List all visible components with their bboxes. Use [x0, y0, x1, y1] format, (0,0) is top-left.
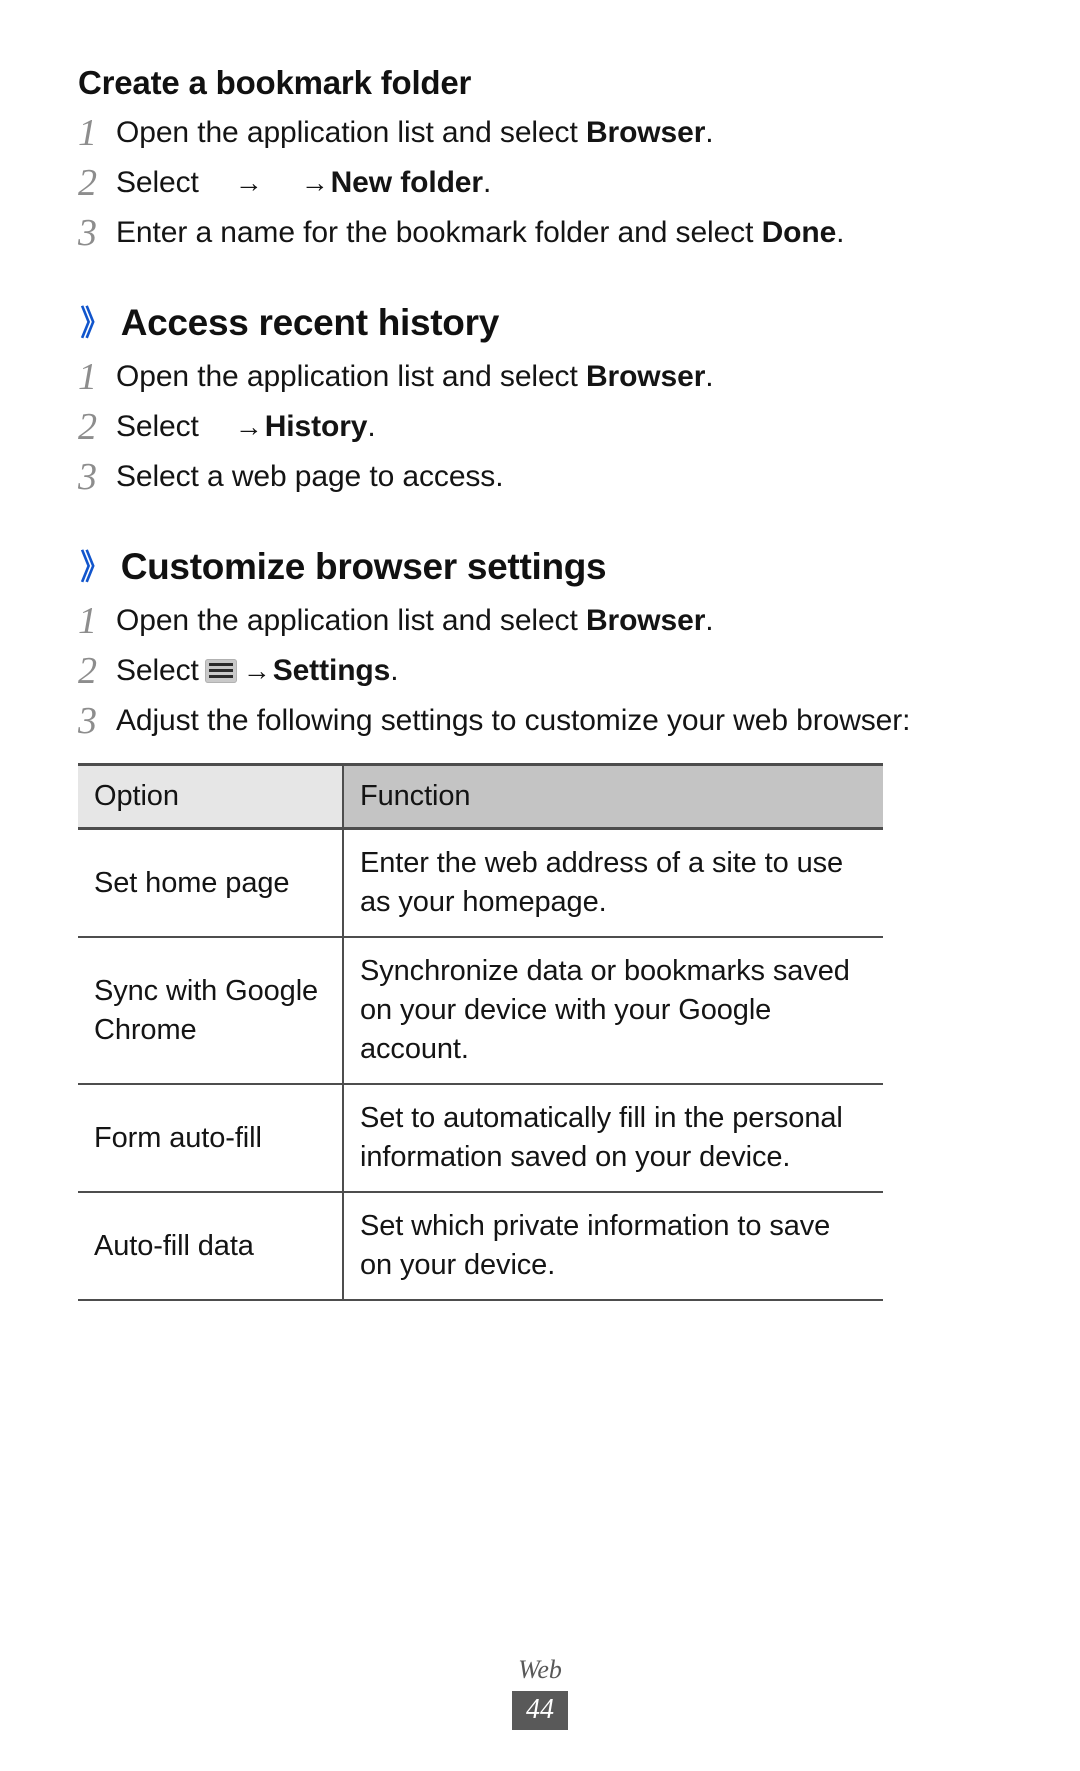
chevron-right-icon: 》	[80, 549, 110, 588]
step-text-part: Select	[116, 410, 199, 444]
section-heading-label: Customize browser settings	[120, 546, 607, 588]
step-text: Select → →New folder.	[116, 162, 491, 203]
table-cell-option: Auto-fill data	[78, 1192, 344, 1301]
step-text: Select a web page to access.	[116, 460, 504, 494]
arrow-icon: →	[234, 411, 263, 443]
section-heading-access-recent-history: 》 Access recent history	[78, 299, 1002, 347]
table-cell-function: Set which private information to save on…	[360, 1210, 831, 1282]
table-head: Option Function	[78, 764, 883, 829]
step-emphasis-settings: Settings	[272, 654, 391, 688]
step-number: 1	[78, 600, 97, 643]
step-item: 2 Select →History.	[78, 406, 1002, 447]
chevron-right-icon: 》	[80, 305, 110, 344]
step-text: Open the application list and select Bro…	[116, 600, 714, 641]
table-row: Sync with Google Chrome Synchronize data…	[78, 937, 883, 1085]
footer-section-label: Web	[518, 1655, 562, 1684]
step-text: Adjust the following settings to customi…	[116, 704, 911, 738]
step-text: Select →Settings.	[116, 650, 399, 691]
step-text-period: .	[705, 604, 714, 638]
step-text-part: Open the application list and select	[116, 604, 586, 638]
step-emphasis-history: History	[264, 410, 368, 444]
step-number: 2	[78, 650, 97, 693]
arrow-icon: →	[242, 655, 271, 687]
section-heading-customize-browser-settings: 》 Customize browser settings	[78, 543, 1002, 591]
step-text: Enter a name for the bookmark folder and…	[116, 212, 845, 253]
page-number-badge: 44	[512, 1691, 568, 1730]
step-text-part: Enter a name for the bookmark folder and…	[116, 216, 762, 250]
page-content: Create a bookmark folder 1 Open the appl…	[78, 62, 1002, 1301]
step-text: Select →History.	[116, 406, 376, 447]
table-row: Auto-fill data Set which private informa…	[78, 1192, 883, 1301]
step-text: Open the application list and select Bro…	[116, 112, 714, 153]
table-row: Set home page Enter the web address of a…	[78, 828, 883, 938]
table-header-function: Function	[343, 764, 883, 829]
step-text-period: .	[705, 360, 714, 394]
step-number: 3	[78, 456, 97, 499]
menu-icon	[204, 659, 237, 684]
step-text-period: .	[836, 216, 845, 250]
step-item: 1 Open the application list and select B…	[78, 356, 1002, 397]
step-item: 1 Open the application list and select B…	[78, 600, 1002, 641]
step-item: 1 Open the application list and select B…	[78, 112, 1002, 153]
arrow-icon: →	[300, 167, 329, 199]
step-item: 3 Enter a name for the bookmark folder a…	[78, 212, 1002, 253]
arrow-icon: →	[234, 167, 263, 199]
step-text-period: .	[390, 654, 399, 688]
step-emphasis-done: Done	[761, 216, 837, 250]
step-item: 2 Select →Settings.	[78, 650, 1002, 691]
table-cell-function: Set to automatically fill in the persona…	[360, 1102, 843, 1174]
table-cell-function: Enter the web address of a site to use a…	[360, 847, 844, 919]
page-footer: Web 44	[0, 1655, 1080, 1730]
step-text-period: .	[705, 116, 714, 150]
table-header-row: Option Function	[78, 764, 883, 829]
step-emphasis-new-folder: New folder	[330, 166, 483, 200]
step-item: 3 Select a web page to access.	[78, 456, 1002, 497]
step-emphasis-browser: Browser	[585, 360, 706, 394]
step-text-part: Select	[116, 654, 199, 688]
table-cell-option: Form auto-fill	[78, 1084, 344, 1193]
section-heading-label: Access recent history	[120, 302, 500, 344]
step-text-part: Open the application list and select	[116, 116, 586, 150]
sub-heading-create-bookmark-folder: Create a bookmark folder	[78, 64, 472, 101]
table-cell-option: Set home page	[78, 828, 344, 938]
browser-settings-table: Option Function Set home page Enter the …	[78, 763, 883, 1301]
manual-page: Create a bookmark folder 1 Open the appl…	[0, 0, 1080, 1771]
step-number: 1	[78, 356, 97, 399]
step-number: 3	[78, 700, 97, 743]
step-number: 3	[78, 212, 97, 255]
table-row: Form auto-fill Set to automatically fill…	[78, 1084, 883, 1193]
step-number: 1	[78, 112, 97, 155]
step-item: 2 Select → →New folder.	[78, 162, 1002, 203]
table-cell-function: Synchronize data or bookmarks saved on y…	[360, 955, 850, 1066]
table-header-option: Option	[78, 764, 344, 829]
step-emphasis-browser: Browser	[585, 116, 706, 150]
step-number: 2	[78, 162, 97, 205]
step-text-period: .	[482, 166, 492, 200]
step-item: 3 Adjust the following settings to custo…	[78, 700, 1002, 741]
step-text-part: Select	[116, 166, 199, 200]
table-cell-option: Sync with Google Chrome	[78, 937, 344, 1085]
step-number: 2	[78, 406, 97, 449]
step-text-period: .	[367, 410, 376, 444]
step-text-part: Open the application list and select	[116, 360, 586, 394]
step-text: Open the application list and select Bro…	[116, 356, 714, 397]
step-emphasis-browser: Browser	[585, 604, 706, 638]
table-body: Set home page Enter the web address of a…	[78, 828, 883, 1301]
